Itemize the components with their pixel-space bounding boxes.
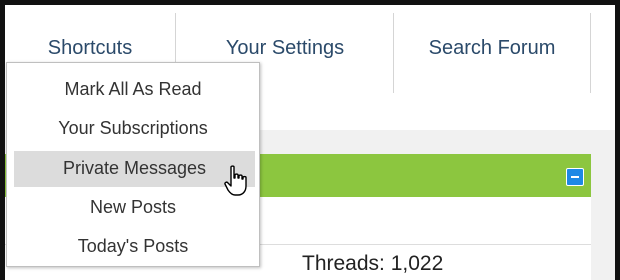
menu-item-private-messages[interactable]: Private Messages (14, 151, 255, 187)
menu-item-your-subscriptions[interactable]: Your Subscriptions (7, 111, 259, 147)
menu-item-todays-posts[interactable]: Today's Posts (7, 229, 259, 265)
shortcuts-dropdown-menu: Mark All As Read Your Subscriptions Priv… (6, 62, 260, 267)
threads-count: Threads: 1,022 (302, 252, 444, 275)
collapse-icon[interactable] (566, 168, 584, 186)
menu-item-mark-all-read[interactable]: Mark All As Read (7, 72, 259, 108)
menu-item-new-posts[interactable]: New Posts (7, 190, 259, 226)
right-gutter (591, 130, 615, 280)
hand-pointer-icon (224, 165, 247, 196)
tab-search-forum[interactable]: Search Forum (393, 13, 591, 93)
